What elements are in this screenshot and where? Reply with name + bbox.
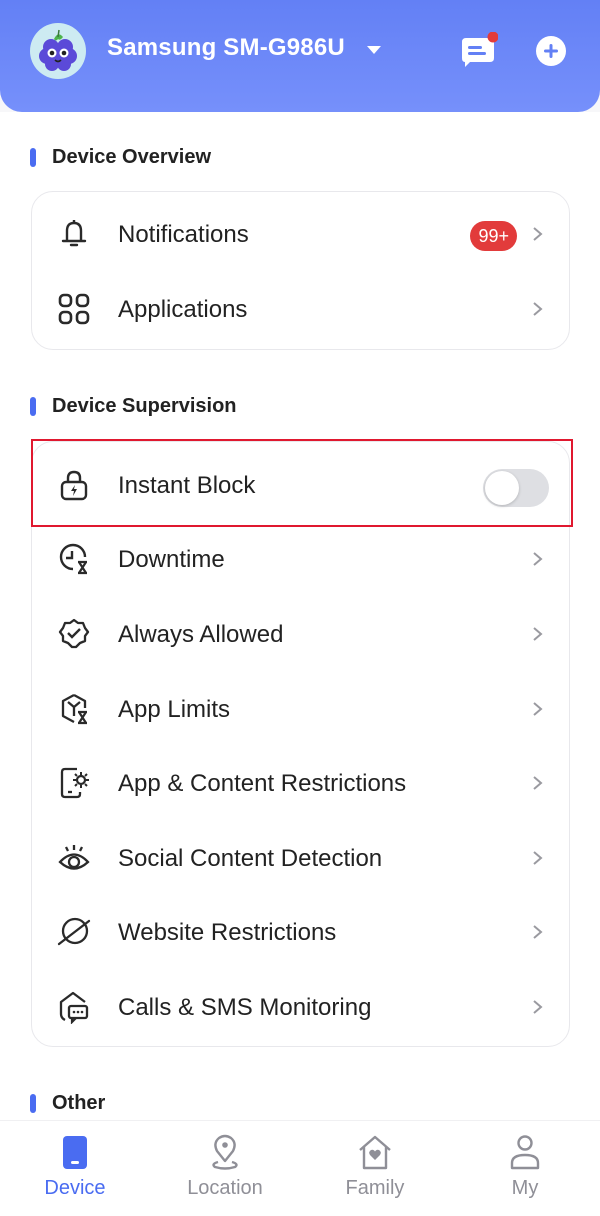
toggle-knob <box>485 471 519 505</box>
chevron-right-icon <box>533 302 543 316</box>
section-title-overview: Device Overview <box>30 145 211 169</box>
row-social-content-detection[interactable]: Social Content Detection <box>32 821 569 895</box>
badge-check-icon <box>58 618 90 649</box>
chevron-right-icon <box>533 552 543 566</box>
grape-mascot-icon <box>39 29 77 71</box>
phone-icon <box>63 1136 87 1169</box>
row-label: App & Content Restrictions <box>118 770 407 797</box>
map-pin-icon <box>212 1134 238 1170</box>
row-notifications[interactable]: Notifications 99+ <box>32 197 569 271</box>
tab-my[interactable]: My <box>450 1121 600 1216</box>
row-label: App Limits <box>118 696 231 723</box>
house-chat-icon <box>59 991 89 1024</box>
section-accent-bar <box>30 1094 36 1113</box>
tab-location[interactable]: Location <box>150 1121 300 1216</box>
row-label: Downtime <box>118 546 225 573</box>
chevron-right-icon <box>533 925 543 939</box>
supervision-card: Instant Block Downtime Always Allowed Ap… <box>31 441 570 1047</box>
chevron-right-icon <box>533 851 543 865</box>
chevron-right-icon <box>533 227 543 241</box>
row-label: Website Restrictions <box>118 919 337 946</box>
notification-count-badge: 99+ <box>470 221 517 251</box>
row-calls-sms-monitoring[interactable]: Calls & SMS Monitoring <box>32 970 569 1044</box>
device-name[interactable]: Samsung SM-G986U <box>107 34 345 62</box>
overview-card: Notifications 99+ Applications <box>31 191 570 350</box>
bottom-tab-bar: Device Location Family My <box>0 1120 600 1216</box>
home-heart-icon <box>359 1135 391 1170</box>
messages-button[interactable] <box>458 31 499 70</box>
chevron-right-icon <box>533 1000 543 1014</box>
tab-label: My <box>511 1177 539 1199</box>
section-accent-bar <box>30 148 36 167</box>
device-avatar[interactable] <box>30 23 86 79</box>
add-device-button[interactable] <box>535 35 567 67</box>
tablet-gear-icon <box>60 767 89 799</box>
chevron-right-icon <box>533 776 543 790</box>
row-applications[interactable]: Applications <box>32 272 569 346</box>
lock-bolt-icon <box>60 470 88 501</box>
row-always-allowed[interactable]: Always Allowed <box>32 597 569 671</box>
cube-hourglass-icon <box>61 693 87 725</box>
row-instant-block: Instant Block <box>32 448 569 522</box>
chevron-right-icon <box>533 627 543 641</box>
tab-label: Location <box>187 1177 263 1199</box>
main-content: Device Overview Notifications 99+ Applic… <box>0 112 600 1120</box>
planet-icon <box>57 917 91 946</box>
tab-device[interactable]: Device <box>0 1121 150 1216</box>
row-label: Always Allowed <box>118 621 284 648</box>
tab-family[interactable]: Family <box>300 1121 450 1216</box>
bell-icon <box>61 220 87 247</box>
section-accent-bar <box>30 397 36 416</box>
row-app-content-restrictions[interactable]: App & Content Restrictions <box>32 746 569 820</box>
row-label: Calls & SMS Monitoring <box>118 994 372 1021</box>
eye-icon <box>58 845 90 870</box>
section-title-supervision: Device Supervision <box>30 394 237 418</box>
row-app-limits[interactable]: App Limits <box>32 672 569 746</box>
row-label: Notifications <box>118 221 249 248</box>
row-label: Applications <box>118 296 248 323</box>
row-website-restrictions[interactable]: Website Restrictions <box>32 895 569 969</box>
chevron-right-icon <box>533 702 543 716</box>
user-icon <box>510 1135 540 1170</box>
row-label: Social Content Detection <box>118 845 383 872</box>
tab-label: Device <box>44 1177 106 1199</box>
row-downtime[interactable]: Downtime <box>32 522 569 596</box>
tab-label: Family <box>345 1177 405 1199</box>
chevron-down-icon[interactable] <box>367 46 381 54</box>
app-header: Samsung SM-G986U <box>0 0 600 112</box>
apps-grid-icon <box>58 293 90 325</box>
row-label: Instant Block <box>118 472 256 499</box>
instant-block-toggle[interactable] <box>483 469 549 507</box>
section-title-other: Other <box>30 1091 105 1115</box>
clock-hourglass-icon <box>59 543 87 575</box>
chat-message-icon <box>462 31 499 67</box>
plus-circle-icon <box>536 36 566 66</box>
